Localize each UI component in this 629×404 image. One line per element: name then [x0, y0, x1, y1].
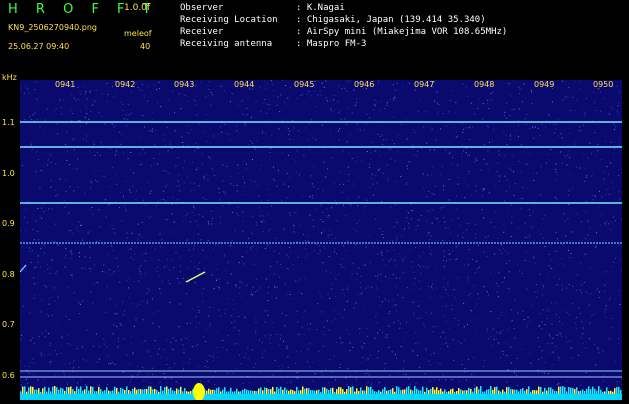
version-label: 1.0.0f — [124, 3, 150, 13]
spectrogram-background — [20, 80, 622, 400]
spectrogram-canvas — [20, 80, 622, 400]
observer-label: Observer — [180, 3, 223, 13]
x-tick-0945: 0945 — [294, 80, 314, 89]
file-name: KN9_2506270940.png — [8, 23, 97, 32]
antenna-label: Receiving antenna — [180, 39, 272, 49]
y-tick-0-8: 0.8 — [2, 270, 15, 279]
x-tick-0950: 0950 — [593, 80, 613, 89]
receiver-label: Receiver — [180, 27, 223, 37]
y-axis-unit: kHz — [2, 73, 17, 82]
spectrogram-plot — [20, 80, 622, 400]
y-tick-0-6: 0.6 — [2, 371, 15, 380]
y-tick-1-1: 1.1 — [2, 118, 15, 127]
x-tick-0947: 0947 — [414, 80, 434, 89]
antenna-value: : Maspro FM-3 — [296, 39, 366, 49]
x-tick-0948: 0948 — [474, 80, 494, 89]
y-tick-0-7: 0.7 — [2, 320, 15, 329]
location-value: : Chigasaki, Japan (139.414 35.340) — [296, 15, 486, 25]
location-label: Receiving Location — [180, 15, 278, 25]
x-tick-0942: 0942 — [115, 80, 135, 89]
receiver-value: : AirSpy mini (Miakejima VOR 108.65MHz) — [296, 27, 507, 37]
x-tick-0944: 0944 — [234, 80, 254, 89]
x-tick-0941: 0941 — [55, 80, 75, 89]
y-tick-0-9: 0.9 — [2, 219, 15, 228]
timestamp: 25.06.27 09:40 — [8, 42, 69, 51]
y-tick-1-0: 1.0 — [2, 169, 15, 178]
meleo-label: meleof — [124, 29, 152, 38]
x-tick-0943: 0943 — [174, 80, 194, 89]
x-tick-0949: 0949 — [534, 80, 554, 89]
observer-value: : K.Nagai — [296, 3, 345, 13]
meleo-value: 40 — [140, 42, 150, 51]
x-tick-0946: 0946 — [354, 80, 374, 89]
